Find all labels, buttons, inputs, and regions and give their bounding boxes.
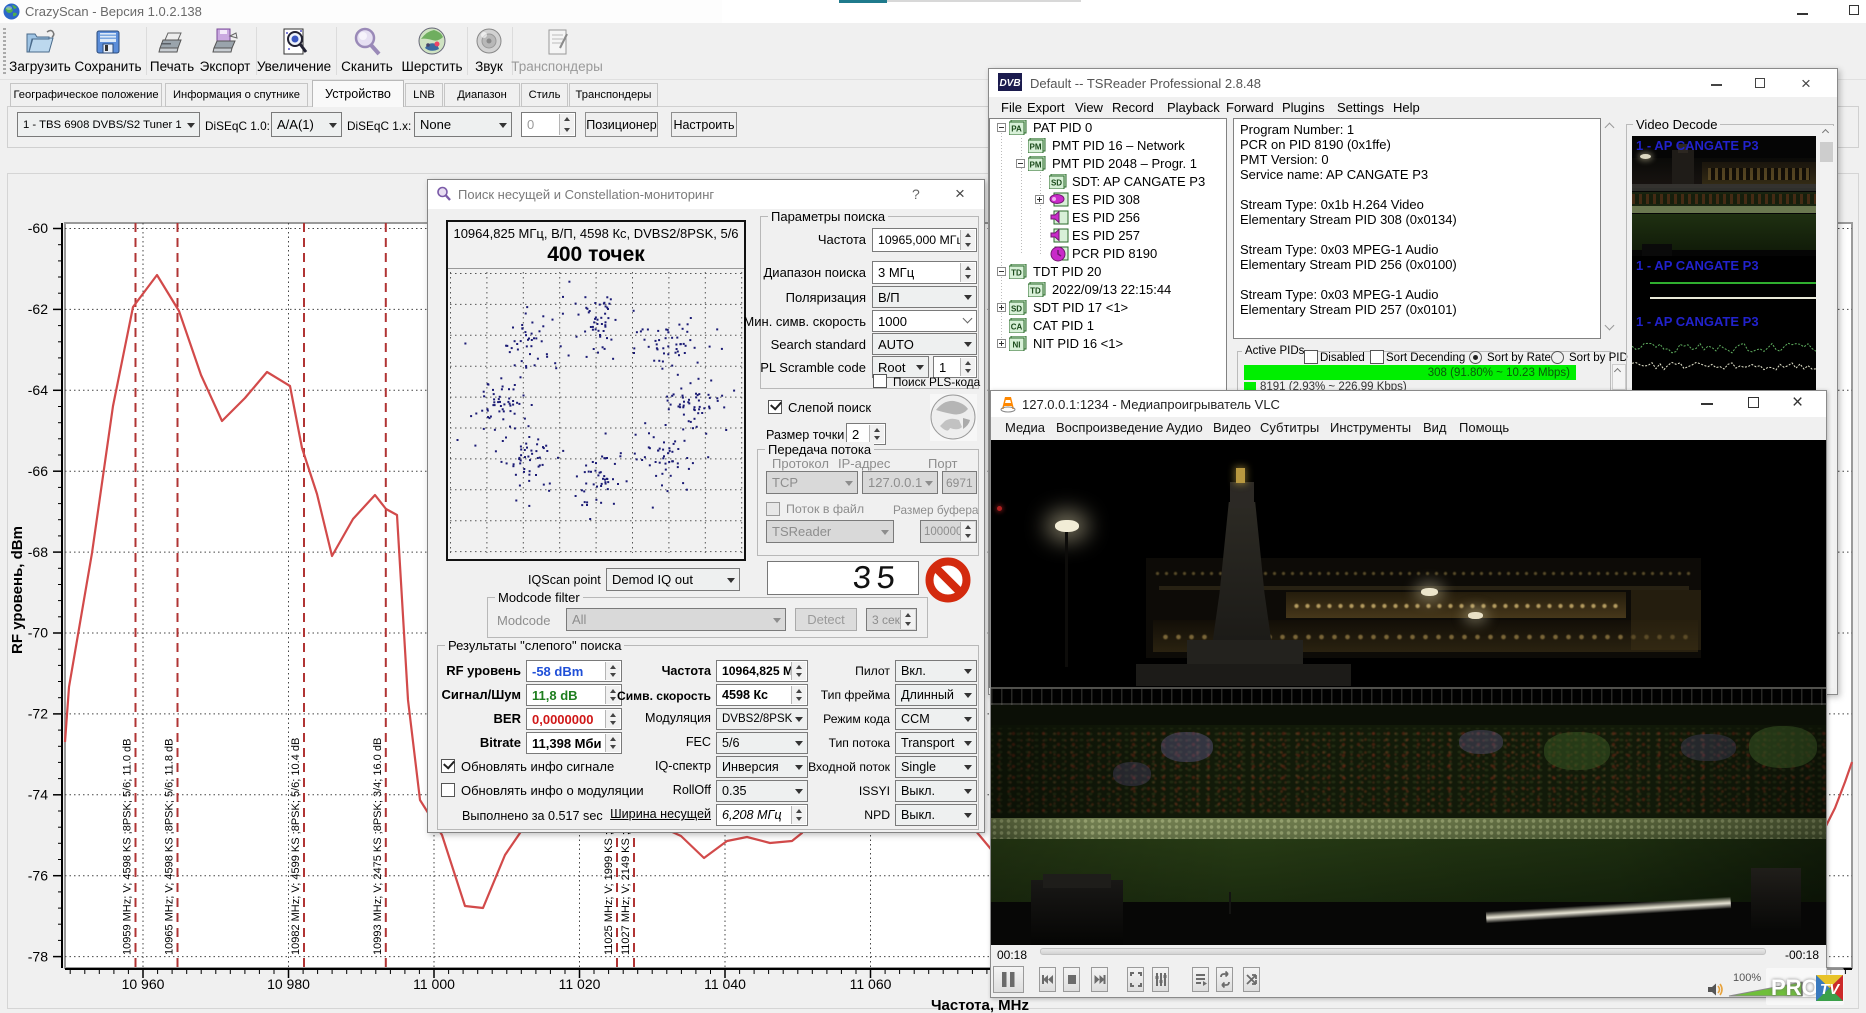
svg-text:11 040: 11 040 — [704, 976, 746, 992]
svg-text:PM: PM — [1030, 161, 1042, 170]
svg-text:11 020: 11 020 — [559, 976, 601, 992]
svg-text:PM: PM — [1030, 143, 1042, 152]
svg-text:-78: -78 — [28, 948, 48, 964]
svg-text:PA: PA — [1011, 125, 1022, 134]
svg-text:CA: CA — [1011, 323, 1023, 332]
svg-text:TD: TD — [1011, 269, 1022, 278]
svg-text:SD: SD — [1011, 305, 1022, 314]
svg-text:11 060: 11 060 — [850, 976, 892, 992]
svg-text:NI: NI — [1013, 341, 1021, 350]
svg-text:RF уровень, dBm: RF уровень, dBm — [9, 526, 26, 654]
svg-text:-76: -76 — [28, 867, 48, 883]
svg-text:-68: -68 — [28, 544, 48, 560]
svg-text:-70: -70 — [28, 625, 48, 641]
svg-text:-66: -66 — [28, 463, 48, 479]
svg-text:Частота, MHz: Частота, MHz — [931, 997, 1029, 1013]
svg-text:11 000: 11 000 — [413, 976, 455, 992]
svg-text:DVB: DVB — [999, 78, 1020, 89]
svg-text:SD: SD — [1051, 179, 1062, 188]
svg-text:10 980: 10 980 — [267, 976, 310, 992]
svg-text:-64: -64 — [28, 382, 48, 398]
svg-text:TV: TV — [1820, 981, 1841, 998]
svg-text:TD: TD — [1030, 287, 1041, 296]
svg-text:10 960: 10 960 — [122, 976, 165, 992]
